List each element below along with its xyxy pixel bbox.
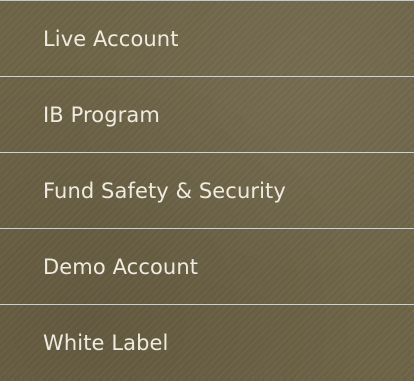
menu-item-ib-program[interactable]: IB Program — [0, 77, 414, 153]
menu-item-label: Live Account — [43, 26, 179, 51]
menu-item-live-account[interactable]: Live Account — [0, 1, 414, 77]
menu-item-white-label[interactable]: White Label — [0, 305, 414, 381]
menu-item-label: IB Program — [43, 102, 160, 127]
menu-item-fund-safety-security[interactable]: Fund Safety & Security — [0, 153, 414, 229]
menu-item-label: White Label — [43, 331, 169, 355]
dropdown-menu: Live Account IB Program Fund Safety & Se… — [0, 0, 414, 381]
menu-item-label: Demo Account — [43, 254, 199, 279]
menu-item-demo-account[interactable]: Demo Account — [0, 229, 414, 305]
menu-item-label: Fund Safety & Security — [43, 178, 286, 203]
